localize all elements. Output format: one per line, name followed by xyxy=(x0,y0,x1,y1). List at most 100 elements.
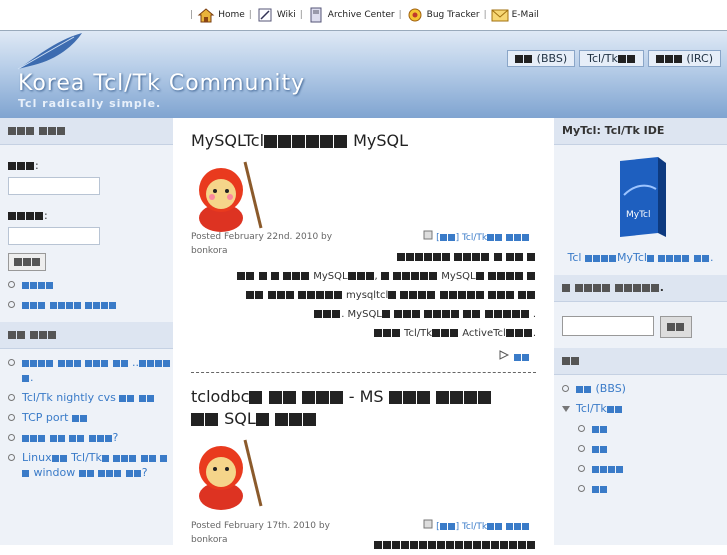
list-item[interactable] xyxy=(8,277,173,292)
list-item[interactable] xyxy=(578,461,727,476)
ide-promo[interactable]: MyTcl xyxy=(554,155,727,244)
post-link-text: window xyxy=(33,466,76,479)
site-title: Korea Tcl/Tk Community xyxy=(18,71,306,96)
post-excerpt: MySQL, MySQL mysqltcl . MySQL . Tcl/Tk A… xyxy=(191,248,536,343)
header-tabs: (BBS) Tcl/Tk (IRC) xyxy=(507,50,721,67)
top-navigation: | Home | Wiki | Archive Center | Bug Tra… xyxy=(0,0,727,30)
list-item[interactable]: Tcl/Tk nightly cvs xyxy=(8,390,173,405)
tab-tcltk[interactable]: Tcl/Tk xyxy=(579,50,644,67)
list-item[interactable]: Linux Tcl/Tk window ? xyxy=(8,450,173,480)
box-label: MyTcl xyxy=(626,210,651,220)
login-button[interactable] xyxy=(8,253,46,271)
recent-posts-list: ... Tcl/Tk nightly cvs TCP port ? Linux … xyxy=(0,355,173,480)
mytcl-box-icon: MyTcl xyxy=(619,157,666,237)
tab-bbs-label: (BBS) xyxy=(536,52,568,65)
nav-bugtracker-label: Bug Tracker xyxy=(426,10,480,20)
ide-caption-text: MyTcl xyxy=(617,251,647,264)
nav-archive-label: Archive Center xyxy=(327,10,395,20)
nav-separator: | xyxy=(190,10,194,20)
body-word: MySQL xyxy=(441,271,476,282)
nav-home-label: Home xyxy=(218,10,245,20)
author-avatar-icon xyxy=(191,158,267,232)
list-item[interactable]: TCP port xyxy=(8,410,173,425)
nav-wiki-label: Wiki xyxy=(276,10,296,20)
post-excerpt xyxy=(191,536,536,555)
post-tags[interactable]: [] Tcl/Tk xyxy=(423,519,530,532)
link-text: (BBS) xyxy=(595,382,626,395)
body-word: Tcl/Tk xyxy=(404,328,432,339)
tab-irc[interactable]: (IRC) xyxy=(647,50,721,67)
body-word: MySQL xyxy=(313,271,348,282)
list-item[interactable] xyxy=(578,441,727,456)
search-form xyxy=(562,316,727,338)
nav-archive-link[interactable]: Archive Center xyxy=(307,7,395,23)
post-title-text: MySQL xyxy=(353,131,409,150)
list-item[interactable]: ... xyxy=(8,355,173,385)
archive-icon xyxy=(310,7,322,23)
tab-tcltk-label: Tcl/Tk xyxy=(587,52,618,65)
site-subtitle: Tcl radically simple. xyxy=(18,97,162,110)
post-link-text: TCP port xyxy=(22,411,69,424)
mail-icon xyxy=(491,9,509,22)
post-link-text: Linux xyxy=(22,451,52,464)
body-word: mysqltcl xyxy=(346,290,389,301)
post-title-text: MySQLTcl xyxy=(191,131,265,150)
ide-caption[interactable]: Tcl MyTcl . xyxy=(564,250,717,265)
post-tags[interactable]: [] Tcl/Tk xyxy=(423,230,530,243)
login-links xyxy=(0,277,173,312)
list-item[interactable] xyxy=(578,481,727,496)
list-item[interactable]: ? xyxy=(8,430,173,445)
nav-separator: | xyxy=(398,10,402,20)
post-divider xyxy=(191,372,536,373)
password-input[interactable] xyxy=(8,227,100,245)
link-text: Tcl/Tk xyxy=(576,402,607,415)
post-link-text: ? xyxy=(141,466,148,479)
nav-separator: | xyxy=(483,10,487,20)
nav-separator: | xyxy=(299,10,303,20)
nav-home-link[interactable]: Home xyxy=(197,7,245,23)
read-more-link[interactable] xyxy=(499,350,531,363)
tag-icon xyxy=(423,230,433,240)
tag-icon xyxy=(423,519,433,529)
post-date: Posted February 22nd. 2010 by xyxy=(191,232,333,242)
bug-icon xyxy=(408,8,422,22)
post-link-text: Tcl/Tk nightly cvs xyxy=(22,391,116,404)
home-icon xyxy=(197,8,215,23)
post-title[interactable]: MySQLTcl MySQL xyxy=(191,130,554,152)
post-title-text: - MS xyxy=(348,387,384,406)
post-tag-label: Tcl/Tk xyxy=(461,522,488,532)
post-tag-label: Tcl/Tk xyxy=(461,233,488,243)
nav-wiki-link[interactable]: Wiki xyxy=(256,7,296,23)
left-sidebar: : : ... Tcl/Tk nightly cvs TCP port ? Li… xyxy=(0,118,173,545)
recent-posts-header xyxy=(0,322,173,349)
search-button[interactable] xyxy=(660,316,692,338)
list-item[interactable]: (BBS) xyxy=(562,381,727,396)
nav-email-link[interactable]: E-Mail xyxy=(491,7,539,23)
post-link-text: Tcl/Tk xyxy=(71,451,102,464)
list-item[interactable] xyxy=(8,297,173,312)
post-link-text: ? xyxy=(112,431,119,444)
username-input[interactable] xyxy=(8,177,100,195)
nav-bugtracker-link[interactable]: Bug Tracker xyxy=(406,7,480,23)
main-content: MySQLTcl MySQL Posted February 22nd. 201… xyxy=(173,118,554,549)
links-widget-header xyxy=(554,348,727,375)
search-widget-header: . xyxy=(554,275,727,302)
ide-widget-header: MyTcl: Tcl/Tk IDE xyxy=(554,118,727,145)
list-item[interactable] xyxy=(578,421,727,436)
tab-irc-label: (IRC) xyxy=(686,52,713,65)
nav-email-label: E-Mail xyxy=(511,10,539,20)
links-list: (BBS) Tcl/Tk xyxy=(554,381,727,496)
tab-bbs[interactable]: (BBS) xyxy=(507,50,576,67)
password-label: : xyxy=(8,209,173,222)
body-word: ActiveTcl xyxy=(462,328,506,339)
author-avatar-icon xyxy=(191,436,267,510)
nav-separator: | xyxy=(248,10,252,20)
body-word: MySQL xyxy=(347,309,382,320)
ide-caption-text: Tcl xyxy=(567,251,582,264)
list-item[interactable]: Tcl/Tk xyxy=(562,401,727,416)
login-widget-header xyxy=(0,118,173,145)
site-banner: Korea Tcl/Tk Community Tcl radically sim… xyxy=(0,30,727,119)
post-title[interactable]: tclodbc - MS SQL xyxy=(191,386,492,430)
search-input[interactable] xyxy=(562,316,654,336)
post-title-text: tclodbc xyxy=(191,387,250,406)
